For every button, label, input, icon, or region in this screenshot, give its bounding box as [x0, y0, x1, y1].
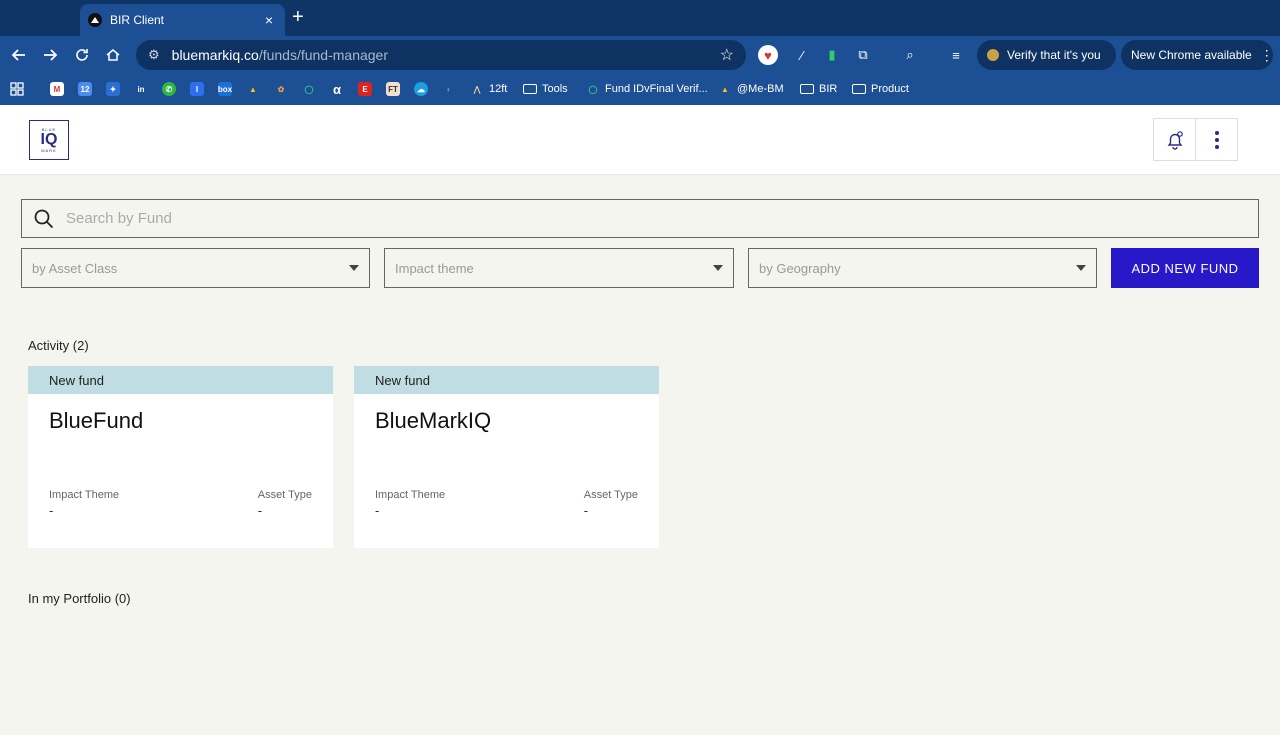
impact-theme-label: Impact Theme — [49, 489, 120, 501]
asset-type-value: - — [583, 503, 589, 518]
bluemarkiq-logo[interactable]: BLUE IQ MARK — [29, 120, 69, 160]
folder-icon — [852, 84, 866, 94]
impact-theme-select[interactable]: Impact theme — [384, 248, 734, 288]
fund-card[interactable]: New fund BlueFund Impact Theme - Asset T… — [28, 366, 333, 548]
url-host: bluemarkiq.co — [171, 47, 259, 63]
chrome-update-button[interactable]: New Chrome available ⋮ — [1121, 40, 1274, 70]
photos-bookmark-icon[interactable]: ✿ — [274, 80, 288, 98]
whatsapp-bookmark-icon[interactable]: ✆ — [162, 80, 176, 98]
logo-main-text: IQ — [40, 131, 58, 148]
add-new-fund-button[interactable]: ADD NEW FUND — [1111, 248, 1259, 288]
e-bookmark-icon[interactable]: E — [358, 80, 372, 98]
fund-search-box — [21, 199, 1259, 238]
intercom-bookmark-icon[interactable]: I — [190, 80, 204, 98]
jira-bookmark-icon[interactable]: ✦ — [106, 80, 120, 98]
app-header: BLUE IQ MARK — [0, 105, 1280, 175]
tab-title: BIR Client — [110, 13, 165, 27]
verify-label: Verify that it's you — [1007, 48, 1101, 62]
notifications-button[interactable] — [1153, 118, 1196, 161]
activity-title: Activity (2) — [28, 338, 89, 353]
linkedin-bookmark-icon[interactable]: in — [134, 80, 148, 98]
calendar-bookmark-icon[interactable]: 12 — [78, 80, 92, 98]
drive-bookmark-icon[interactable]: ▲ — [246, 80, 260, 98]
apps-grid-icon[interactable] — [10, 80, 24, 98]
asset-type-label: Asset Type — [583, 489, 638, 501]
bell-icon — [1167, 130, 1183, 150]
bookmark-fund-id[interactable]: ◯ Fund IDvFinal Verif... — [586, 80, 708, 98]
browser-tabstrip: BIR Client × + — [0, 0, 1280, 36]
search-input[interactable] — [66, 210, 1216, 227]
bookmark-me-bm[interactable]: ▲ @Me-BM — [718, 80, 784, 98]
fund-status-band: New fund — [354, 366, 659, 394]
search-icon — [34, 209, 54, 228]
asset-type-field: Asset Type - — [584, 489, 638, 518]
logo-bottom-text: MARK — [41, 148, 57, 153]
asset-type-value: - — [257, 503, 263, 518]
salesforce-bookmark-icon[interactable]: ☁ — [414, 80, 428, 98]
pocket-extension-icon[interactable]: ♥ — [758, 45, 778, 65]
alpha-bookmark-icon[interactable]: α — [330, 80, 344, 98]
more-options-button[interactable] — [1195, 118, 1238, 161]
chevron-down-icon — [349, 265, 359, 271]
more-menu-icon: ⋮ — [1259, 46, 1274, 63]
site-favicon-icon — [88, 13, 102, 27]
back-icon[interactable] — [8, 44, 30, 66]
asset-class-select[interactable]: by Asset Class — [21, 248, 370, 288]
impact-theme-value: Impact theme — [395, 260, 474, 276]
gmail-bookmark-icon[interactable]: M — [50, 80, 64, 98]
kebab-menu-icon — [1214, 130, 1219, 149]
tab-close-icon[interactable]: × — [261, 12, 277, 28]
chevron-down-icon — [713, 265, 723, 271]
geography-value: by Geography — [759, 260, 841, 276]
impact-theme-label: Impact Theme — [375, 489, 446, 501]
address-bar[interactable]: ⚙ bluemarkiq.co/funds/fund-manager ☆ — [136, 40, 746, 70]
bookmark-bir[interactable]: BIR — [800, 80, 837, 98]
browser-tab[interactable]: BIR Client × — [80, 4, 285, 36]
portfolio-title: In my Portfolio (0) — [28, 591, 131, 606]
impact-theme-value: - — [49, 503, 54, 518]
tab-search-icon[interactable]: ⌕ — [900, 45, 920, 65]
forward-icon[interactable] — [39, 44, 61, 66]
impact-theme-field: Impact Theme - — [375, 489, 445, 518]
impact-theme-value: - — [375, 503, 380, 518]
fund-name: BlueFund — [49, 408, 144, 433]
bookmarks-bar: M 12 ✦ in ✆ I box ▲ ✿ ◯ α E FT ☁ ◐ ⋀ 12ft… — [0, 74, 1280, 105]
asset-type-label: Asset Type — [257, 489, 312, 501]
folder-icon — [800, 84, 814, 94]
folder-icon — [523, 84, 537, 94]
fund-card[interactable]: New fund BlueMarkIQ Impact Theme - Asset… — [354, 366, 659, 548]
browser-toolbar: ⚙ bluemarkiq.co/funds/fund-manager ☆ ♥ ⁄… — [0, 36, 1280, 74]
new-tab-button[interactable]: + — [292, 7, 304, 27]
bookmark-tools[interactable]: Tools — [523, 80, 568, 98]
bookmark-product[interactable]: Product — [852, 80, 909, 98]
update-label: New Chrome available — [1131, 48, 1252, 62]
geography-select[interactable]: by Geography — [748, 248, 1097, 288]
chart-extension-icon[interactable]: ▮ — [822, 45, 842, 65]
chevron-down-icon — [1076, 265, 1086, 271]
verify-identity-button[interactable]: Verify that it's you — [977, 40, 1116, 70]
impact-theme-field: Impact Theme - — [49, 489, 119, 518]
extensions-puzzle-icon[interactable]: ⧉ — [853, 45, 873, 65]
edge-bookmark-icon[interactable]: ◐ — [442, 80, 456, 98]
home-icon[interactable] — [102, 44, 124, 66]
media-controls-icon[interactable]: ≡ — [946, 45, 966, 65]
fund-name: BlueMarkIQ — [375, 408, 492, 433]
reload-icon[interactable] — [71, 44, 93, 66]
asset-type-field: Asset Type - — [258, 489, 312, 518]
url-path: /funds/fund-manager — [258, 47, 389, 63]
site-settings-icon[interactable]: ⚙ — [148, 47, 160, 63]
asset-class-value: by Asset Class — [32, 260, 118, 276]
refresh-bookmark-icon[interactable]: ◯ — [302, 80, 316, 98]
ft-bookmark-icon[interactable]: FT — [386, 80, 400, 98]
profile-avatar-icon — [987, 49, 999, 61]
bookmark-star-icon[interactable]: ☆ — [720, 45, 734, 65]
dropper-extension-icon[interactable]: ⁄ — [792, 45, 812, 65]
box-bookmark-icon[interactable]: box — [218, 80, 232, 98]
bookmark-12ft[interactable]: ⋀ 12ft — [470, 80, 508, 98]
fund-status-band: New fund — [28, 366, 333, 394]
